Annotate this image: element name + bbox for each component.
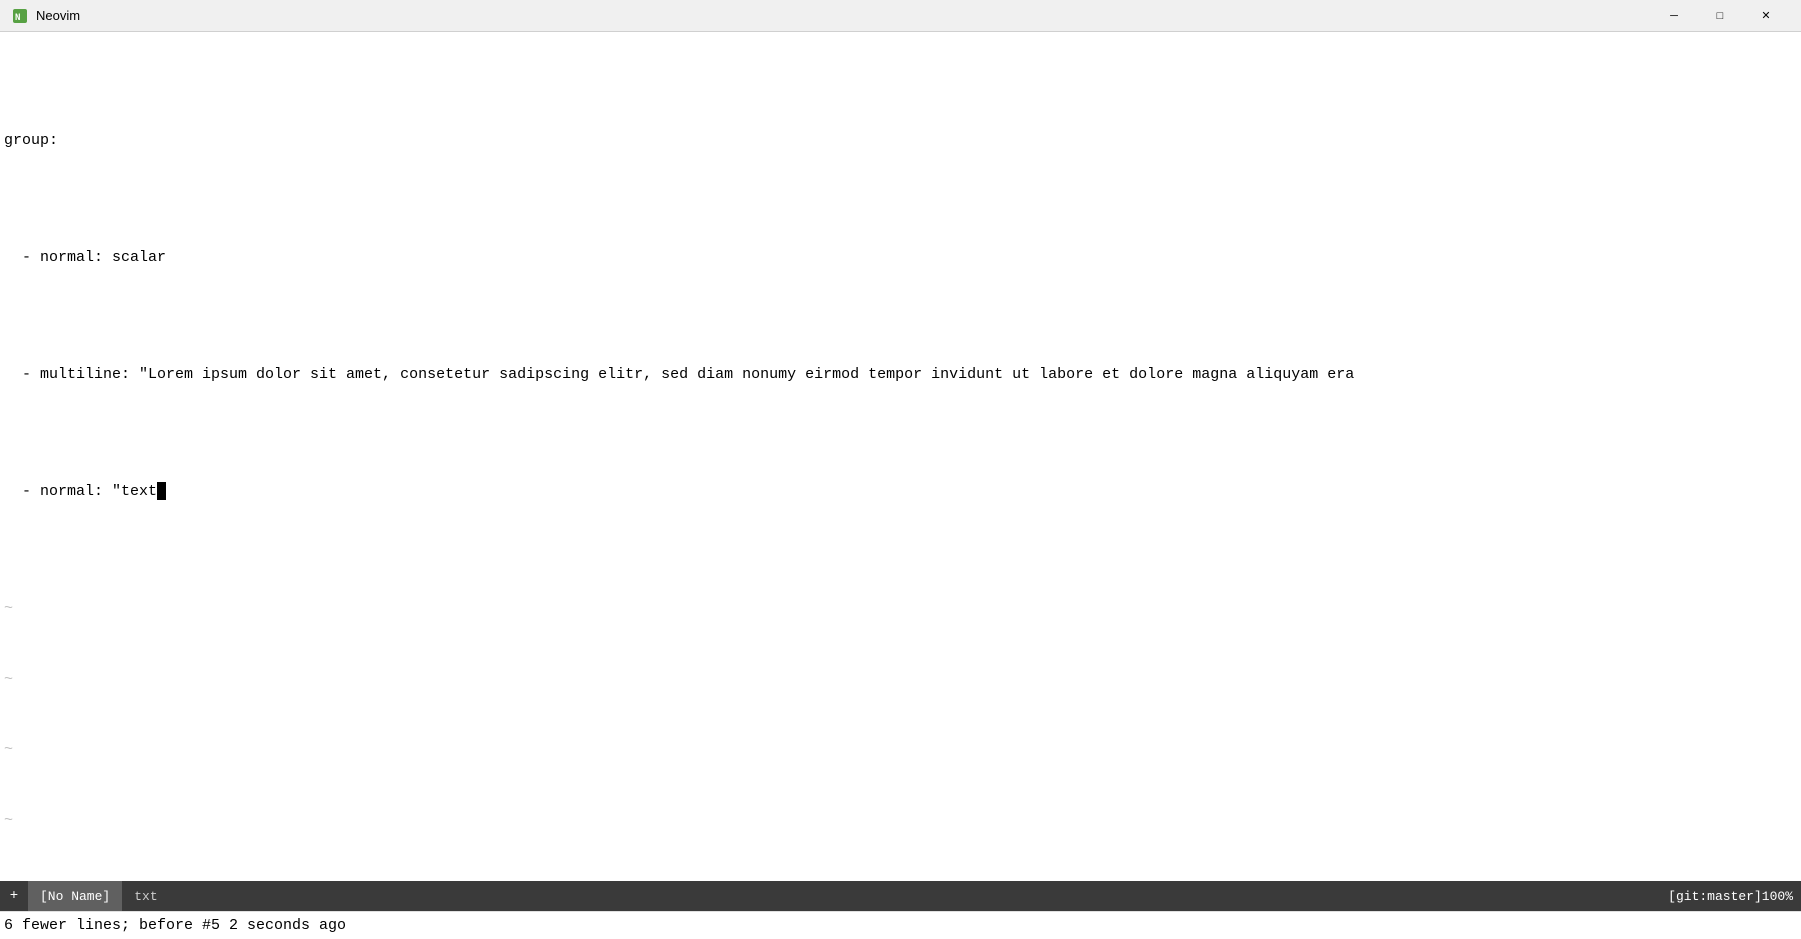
app-icon: N — [12, 8, 28, 24]
tilde-line-5: ~ — [0, 879, 1801, 881]
editor-area[interactable]: group: - normal: scalar - multiline: "Lo… — [0, 32, 1801, 881]
tab-no-name-label: [No Name] — [40, 889, 110, 904]
status-bar: 6 fewer lines; before #5 2 seconds ago — [0, 911, 1801, 939]
window-title: Neovim — [36, 8, 1651, 23]
editor-line-2: - normal: scalar — [0, 246, 1801, 270]
tab-bar: + [No Name] txt [git:master]100% — [0, 881, 1801, 911]
minimize-button[interactable]: ─ — [1651, 0, 1697, 32]
restore-button[interactable]: □ — [1697, 0, 1743, 32]
editor-line-1: group: — [0, 129, 1801, 153]
new-tab-button[interactable]: + — [0, 881, 28, 911]
svg-text:N: N — [15, 13, 20, 23]
tilde-line-4: ~ — [0, 809, 1801, 833]
tilde-line-1: ~ — [0, 597, 1801, 621]
close-button[interactable]: ✕ — [1743, 0, 1789, 32]
line-3-content: - multiline: "Lorem ipsum dolor sit amet… — [4, 363, 1354, 386]
line-4-content: - normal: "text — [4, 480, 166, 503]
tilde-line-2: ~ — [0, 668, 1801, 692]
tab-txt[interactable]: txt — [122, 881, 169, 911]
editor-line-3: - multiline: "Lorem ipsum dolor sit amet… — [0, 363, 1801, 387]
title-bar: N Neovim ─ □ ✕ — [0, 0, 1801, 32]
tab-bar-right-status: [git:master]100% — [1668, 889, 1801, 904]
line-1-content: group: — [4, 129, 58, 152]
tab-txt-label: txt — [134, 889, 157, 904]
status-message: 6 fewer lines; before #5 2 seconds ago — [4, 917, 346, 934]
editor-content: group: - normal: scalar - multiline: "Lo… — [0, 36, 1801, 881]
editor-line-4: - normal: "text — [0, 480, 1801, 504]
tilde-line-3: ~ — [0, 738, 1801, 762]
tab-no-name[interactable]: [No Name] — [28, 881, 122, 911]
line-2-content: - normal: scalar — [4, 246, 166, 269]
window-controls: ─ □ ✕ — [1651, 0, 1789, 32]
text-cursor — [157, 482, 166, 500]
